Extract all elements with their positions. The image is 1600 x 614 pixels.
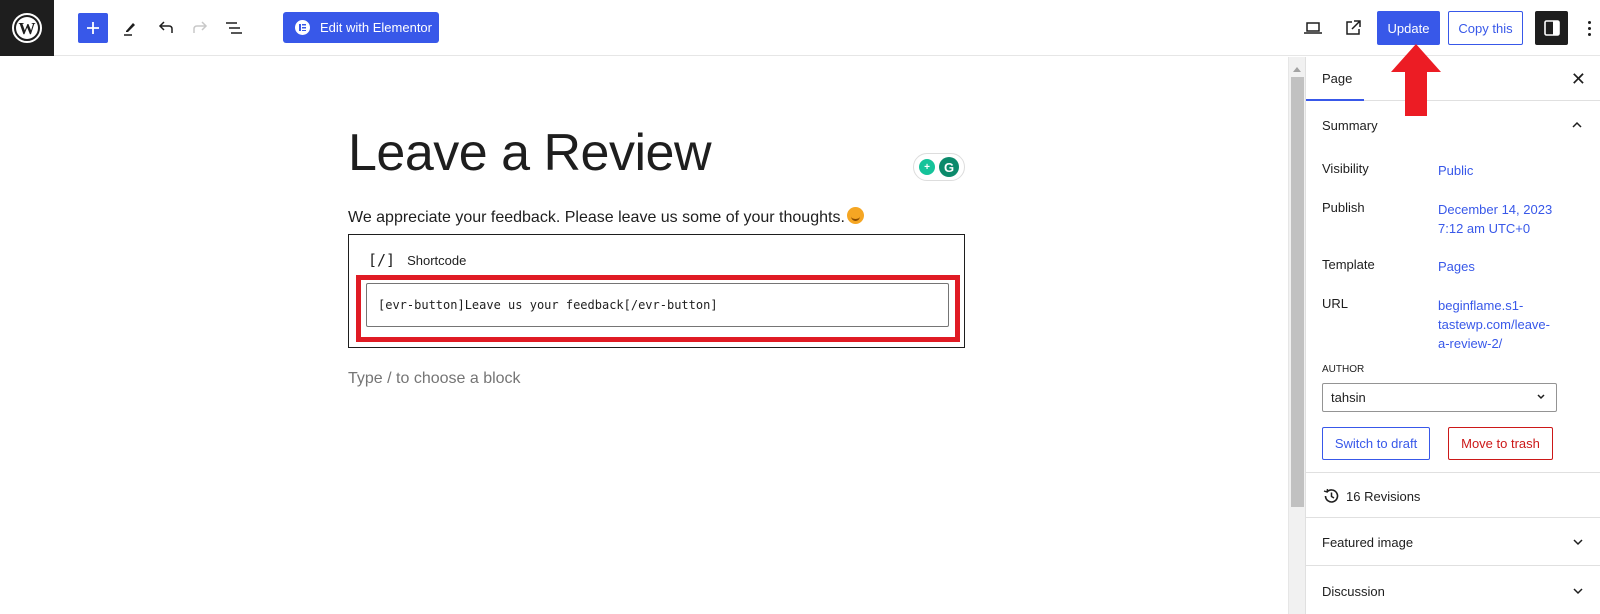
chevron-down-icon xyxy=(1573,539,1583,546)
redo-button[interactable] xyxy=(184,12,216,44)
shortcode-block-header: [/] Shortcode xyxy=(368,251,466,269)
editor-canvas: Leave a Review + G We appreciate your fe… xyxy=(0,57,1288,614)
author-value: tahsin xyxy=(1331,390,1366,405)
close-sidebar-icon[interactable]: ✕ xyxy=(1571,69,1586,90)
switch-to-draft-button[interactable]: Switch to draft xyxy=(1322,427,1430,460)
preview-button[interactable] xyxy=(1297,12,1329,44)
scrollbar-thumb[interactable] xyxy=(1291,77,1304,507)
smile-emoji-icon xyxy=(846,207,864,224)
grammarly-widget[interactable]: + G xyxy=(913,153,965,181)
laptop-icon xyxy=(1304,22,1322,34)
editor-toolbar: W Edit with Elementor Update Copy this xyxy=(0,0,1600,56)
sidebar-tabs: Page ✕ xyxy=(1306,57,1600,101)
add-block-button[interactable] xyxy=(78,13,108,43)
undo-icon xyxy=(158,21,173,33)
scroll-up-icon[interactable] xyxy=(1293,67,1301,72)
chevron-up-icon xyxy=(1572,121,1582,128)
featured-image-panel-toggle[interactable]: Featured image xyxy=(1322,535,1585,550)
divider xyxy=(1306,472,1600,473)
visibility-value[interactable]: Public xyxy=(1438,161,1568,180)
discussion-panel-toggle[interactable]: Discussion xyxy=(1322,584,1585,599)
edit-with-elementor-label: Edit with Elementor xyxy=(320,20,432,35)
external-link-icon xyxy=(1346,20,1361,35)
grammarly-icon: G xyxy=(939,157,959,177)
undo-button[interactable] xyxy=(150,12,182,44)
shortcode-icon: [/] xyxy=(368,251,396,269)
move-to-trash-button[interactable]: Move to trash xyxy=(1448,427,1553,460)
wordpress-logo-button[interactable]: W xyxy=(0,0,54,56)
intro-paragraph[interactable]: We appreciate your feedback. Please leav… xyxy=(348,207,864,227)
options-menu-button[interactable] xyxy=(1582,14,1596,42)
chevron-down-icon xyxy=(1537,394,1545,400)
shortcode-input[interactable]: [evr-button]Leave us your feedback[/evr-… xyxy=(366,283,949,327)
plus-icon xyxy=(87,22,99,34)
copy-this-button[interactable]: Copy this xyxy=(1448,11,1523,45)
summary-panel-toggle[interactable]: Summary xyxy=(1306,101,1600,149)
update-button[interactable]: Update xyxy=(1377,11,1440,45)
tools-button[interactable] xyxy=(114,12,146,44)
tab-page[interactable]: Page xyxy=(1306,57,1364,101)
sidebar-icon xyxy=(1543,20,1560,36)
publish-label: Publish xyxy=(1322,200,1365,215)
author-label: AUTHOR xyxy=(1322,364,1365,375)
pencil-icon xyxy=(124,23,135,36)
template-value[interactable]: Pages xyxy=(1438,257,1568,276)
lightbulb-icon: + xyxy=(919,159,935,175)
url-label: URL xyxy=(1322,296,1349,311)
settings-sidebar: Page ✕ Summary Visibility Public Publish… xyxy=(1305,57,1600,614)
edit-with-elementor-button[interactable]: Edit with Elementor xyxy=(283,12,439,43)
post-title[interactable]: Leave a Review xyxy=(348,123,712,183)
settings-toggle-button[interactable] xyxy=(1535,11,1568,45)
shortcode-label: Shortcode xyxy=(407,252,467,268)
list-view-icon xyxy=(226,22,242,34)
revisions-link[interactable]: 16 Revisions xyxy=(1322,487,1420,505)
discussion-title: Discussion xyxy=(1322,584,1385,599)
history-icon xyxy=(1323,488,1339,503)
canvas-scrollbar[interactable] xyxy=(1288,57,1305,614)
red-arrow-annotation-icon xyxy=(1391,44,1441,116)
visibility-label: Visibility xyxy=(1322,161,1369,176)
divider xyxy=(1306,565,1600,566)
url-value[interactable]: beginflame.s1-tastewp.com/leave-a-review… xyxy=(1438,296,1550,353)
author-select[interactable]: tahsin xyxy=(1322,383,1557,412)
svg-text:W: W xyxy=(19,19,36,38)
view-page-button[interactable] xyxy=(1337,12,1369,44)
list-view-button[interactable] xyxy=(218,12,250,44)
divider xyxy=(1306,517,1600,518)
block-appender[interactable]: Type / to choose a block xyxy=(348,370,521,388)
chevron-down-icon xyxy=(1573,588,1583,595)
revisions-label: 16 Revisions xyxy=(1346,488,1421,504)
wordpress-icon: W xyxy=(12,13,42,43)
summary-title: Summary xyxy=(1322,117,1378,133)
redo-icon xyxy=(193,21,208,33)
elementor-icon xyxy=(295,20,310,35)
intro-text: We appreciate your feedback. Please leav… xyxy=(348,209,845,226)
publish-value[interactable]: December 14, 2023 7:12 am UTC+0 xyxy=(1438,200,1568,238)
template-label: Template xyxy=(1322,257,1375,272)
featured-image-title: Featured image xyxy=(1322,535,1414,550)
more-vertical-icon xyxy=(1587,20,1591,24)
